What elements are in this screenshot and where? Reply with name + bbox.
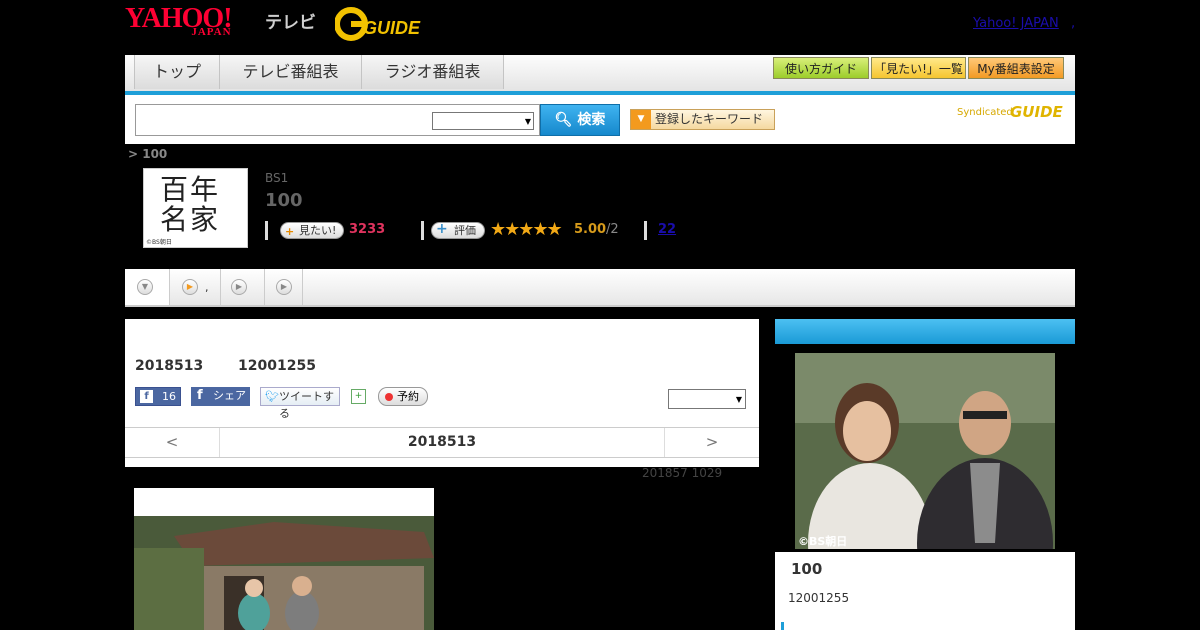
- tweet-label: ツイートする: [279, 390, 334, 420]
- facebook-like-button[interactable]: f 16: [135, 387, 181, 406]
- facebook-share-label: シェア: [213, 389, 246, 402]
- chevron-down-icon: ▼: [735, 395, 742, 404]
- divider: [265, 221, 268, 240]
- search-button-label: 検索: [577, 112, 606, 128]
- tv-label[interactable]: テレビ: [265, 8, 316, 33]
- tab-video-label: ,: [205, 281, 209, 294]
- tab-overview[interactable]: ▼: [125, 269, 170, 305]
- want-list-button[interactable]: 「見たい!」一覧: [871, 57, 966, 79]
- gguide-logo-text: GUIDE: [363, 18, 421, 38]
- rating-stars: ★★★★★: [490, 219, 563, 240]
- chevron-down-icon: ▼: [524, 117, 531, 126]
- guide-button[interactable]: 使い方ガイド: [773, 57, 869, 79]
- rate-button-label: 評価: [454, 224, 476, 237]
- rating-score: 5.00: [574, 222, 607, 237]
- program-thumbnail-logo: 百年名家: [160, 173, 221, 236]
- sidebar-program-image[interactable]: ©BS朝日: [795, 353, 1055, 549]
- date-pager: < 2018513 >: [125, 427, 759, 458]
- play-icon: ▶: [276, 279, 292, 295]
- facebook-icon: f: [197, 388, 203, 403]
- play-icon: ▶: [231, 279, 247, 295]
- search-category-select[interactable]: ▼: [432, 112, 534, 130]
- twitter-bird-icon: 🐦︎: [265, 390, 279, 403]
- facebook-share-button[interactable]: f シェア: [191, 387, 250, 406]
- nav-tab-radio-listings[interactable]: ラジオ番組表: [362, 55, 504, 89]
- my-listings-button[interactable]: My番組表設定: [968, 57, 1064, 79]
- search-button[interactable]: 🔍︎ 検索: [540, 104, 620, 136]
- gguide-logo[interactable]: GUIDE: [335, 7, 431, 41]
- syndicated-label: Syndicated: [957, 107, 1013, 118]
- broadcast-select[interactable]: ▼: [668, 389, 746, 409]
- want-count: 3233: [349, 222, 386, 237]
- broadcast-panel: 2018513 12001255 f 16 f シェア 🐦︎ ツイートする + …: [125, 319, 759, 467]
- yahoo-logo[interactable]: YAHOO! JAPAN: [125, 5, 233, 39]
- last-updated: 201857 1029: [642, 466, 723, 480]
- play-icon: ▶: [182, 279, 198, 295]
- reserve-button[interactable]: 予約: [378, 387, 428, 406]
- nav-tab-top[interactable]: トップ: [134, 55, 220, 89]
- want-button-label: 見たい!: [299, 224, 337, 237]
- program-tabs: ▼ ▶ , ▶ ▶: [125, 269, 1075, 307]
- tab-video[interactable]: ▶ ,: [170, 269, 221, 305]
- global-nav: トップ テレビ番組表 ラジオ番組表 使い方ガイド 「見たい!」一覧 My番組表設…: [125, 55, 1075, 95]
- search-bar: ▼ 🔍︎ 検索 ▼ 登録したキーワード Syndicated GUIDE: [125, 95, 1075, 144]
- pager-current-date: 2018513: [407, 434, 477, 450]
- record-dot-icon: [385, 393, 393, 401]
- air-time: 12001255: [238, 358, 316, 374]
- episode-image: [134, 488, 434, 630]
- next-date-button[interactable]: >: [664, 428, 759, 457]
- sidebar-image-credit: ©BS朝日: [798, 534, 847, 548]
- facebook-like-count: 16: [162, 390, 176, 403]
- divider: [421, 221, 424, 240]
- plus-icon: +: [436, 221, 448, 237]
- tab-3[interactable]: ▶: [265, 269, 303, 305]
- sidebar-program-card: ©BS朝日 100 12001255: [775, 319, 1075, 630]
- channel-name: BS1: [265, 171, 289, 185]
- sidebar-air-time: 12001255: [788, 591, 850, 605]
- program-thumbnail: 百年名家 ©BS朝日: [143, 168, 248, 248]
- program-title: 100: [265, 190, 303, 211]
- tweet-button[interactable]: 🐦︎ ツイートする: [260, 387, 340, 420]
- divider: [644, 221, 647, 240]
- link-separator: ,: [1071, 16, 1076, 31]
- nav-tab-tv-listings[interactable]: テレビ番組表: [220, 55, 362, 89]
- saved-keywords-label: 登録したキーワード: [655, 112, 764, 126]
- rating-count: /2: [606, 222, 619, 237]
- reserve-label: 予約: [397, 390, 419, 403]
- syndicated-gguide-logo: GUIDE: [1010, 103, 1063, 121]
- sidebar-image-frame: ©BS朝日: [775, 344, 1075, 552]
- tab-2[interactable]: ▶: [221, 269, 265, 305]
- rate-button[interactable]: + 評価: [431, 222, 485, 239]
- previous-date-button[interactable]: <: [125, 428, 220, 457]
- sidebar-program-title[interactable]: 100: [791, 560, 822, 578]
- saved-keywords-button[interactable]: ▼ 登録したキーワード: [630, 109, 775, 130]
- air-date: 2018513: [135, 358, 204, 374]
- calendar-add-icon[interactable]: +: [351, 389, 366, 404]
- want-button[interactable]: + 見たい!: [280, 222, 344, 239]
- search-icon: 🔍︎: [554, 112, 573, 128]
- sidebar-accent-bar: [781, 622, 784, 630]
- breadcrumb: > 100: [128, 147, 168, 161]
- review-count-link[interactable]: 22: [658, 222, 676, 237]
- plus-icon: +: [285, 225, 295, 238]
- facebook-icon: f: [140, 390, 153, 403]
- sidebar-header: [775, 319, 1075, 344]
- chevron-down-icon: ▼: [137, 279, 153, 295]
- triangle-down-icon: ▼: [631, 110, 651, 129]
- yahoo-japan-link[interactable]: Yahoo! JAPAN: [973, 16, 1059, 31]
- thumbnail-credit: ©BS朝日: [146, 239, 172, 246]
